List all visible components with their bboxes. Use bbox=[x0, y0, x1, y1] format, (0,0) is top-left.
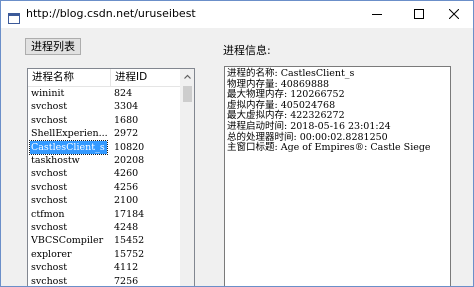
process-id-cell: 17184 bbox=[114, 208, 145, 220]
table-row-selected[interactable]: CastlesClient_s 10820 bbox=[28, 139, 181, 155]
scrollbar-thumb[interactable] bbox=[183, 86, 192, 102]
column-header-pid[interactable]: 进程ID bbox=[111, 69, 181, 86]
chevron-up-icon bbox=[184, 74, 191, 79]
maximize-icon bbox=[414, 9, 424, 19]
client-area: 进程列表 进程信息: 进程名称 进程ID wininit 824 svchost 33… bbox=[1, 28, 473, 286]
process-listview[interactable]: 进程名称 进程ID wininit 824 svchost 3304 svchost 16… bbox=[27, 68, 195, 287]
table-row[interactable]: VBCSCompiler 15452 bbox=[28, 234, 181, 247]
process-id-cell: 824 bbox=[114, 88, 133, 99]
process-name-cell: explorer bbox=[31, 248, 72, 260]
table-row[interactable]: wininit 824 bbox=[28, 87, 181, 100]
process-name-cell: taskhostw bbox=[31, 155, 80, 166]
process-id-cell: 3304 bbox=[114, 101, 139, 113]
column-header-name[interactable]: 进程名称 bbox=[28, 69, 110, 86]
table-row[interactable]: svchost 2100 bbox=[28, 194, 181, 207]
process-name-cell: wininit bbox=[31, 88, 65, 99]
process-name-cell: svchost bbox=[31, 195, 68, 207]
process-info-textbox[interactable]: 进程的名称: CastlesClient_s 物理内存量: 40869888 最大物… bbox=[224, 66, 451, 286]
process-name-cell: svchost bbox=[31, 222, 68, 233]
process-id-cell: 4112 bbox=[114, 262, 139, 274]
table-row[interactable]: svchost 4260 bbox=[28, 167, 181, 180]
process-name-cell: VBCSCompiler bbox=[31, 235, 104, 247]
process-name-cell: svchost bbox=[31, 101, 68, 113]
main-window: http://blog.csdn.net/uruseibest 进程列表 进程信… bbox=[0, 0, 474, 287]
table-row[interactable]: svchost 1680 bbox=[28, 114, 181, 127]
process-list-button[interactable]: 进程列表 bbox=[25, 38, 81, 55]
process-info-label: 进程信息: bbox=[223, 44, 271, 57]
process-id-cell: 1680 bbox=[114, 114, 139, 126]
maximize-button[interactable] bbox=[400, 1, 438, 28]
info-line: 主窗口标题: Age of Empires®: Castle Siege bbox=[227, 142, 431, 154]
listview-scrollbar[interactable] bbox=[180, 69, 194, 286]
process-id-cell: 2100 bbox=[114, 195, 139, 207]
close-icon bbox=[449, 9, 459, 19]
table-row[interactable]: svchost 4112 bbox=[28, 261, 181, 274]
process-name-cell: svchost bbox=[31, 114, 68, 126]
table-row[interactable]: ShellExperien... 2972 bbox=[28, 127, 181, 140]
process-id-cell: 4256 bbox=[114, 181, 139, 193]
table-row[interactable]: svchost 4256 bbox=[28, 181, 181, 194]
app-window-icon bbox=[8, 9, 20, 24]
window-title: http://blog.csdn.net/uruseibest bbox=[26, 7, 196, 20]
process-id-cell: 7256 bbox=[114, 275, 139, 287]
process-name-cell: svchost bbox=[31, 181, 68, 193]
process-name-cell: svchost bbox=[31, 168, 68, 180]
process-id-cell: 20208 bbox=[114, 155, 145, 166]
title-bar[interactable]: http://blog.csdn.net/uruseibest bbox=[1, 1, 473, 28]
process-name-cell: svchost bbox=[31, 262, 68, 274]
process-id-cell: 15452 bbox=[114, 235, 145, 247]
process-id-cell: 10820 bbox=[114, 141, 145, 153]
table-row[interactable]: ctfmon 17184 bbox=[28, 208, 181, 221]
scroll-up-button[interactable] bbox=[181, 69, 194, 83]
close-button[interactable] bbox=[435, 1, 473, 28]
process-name-cell: svchost bbox=[31, 275, 68, 287]
table-row[interactable]: taskhostw 20208 bbox=[28, 154, 181, 167]
process-id-cell: 4248 bbox=[114, 222, 139, 233]
table-row[interactable]: svchost 4248 bbox=[28, 221, 181, 234]
process-id-cell: 2972 bbox=[114, 128, 139, 140]
table-row[interactable]: svchost 7256 bbox=[28, 275, 181, 287]
minimize-button[interactable] bbox=[358, 1, 396, 28]
table-row[interactable]: svchost 3304 bbox=[28, 100, 181, 113]
table-row[interactable]: explorer 15752 bbox=[28, 248, 181, 261]
minimize-icon bbox=[372, 14, 382, 15]
process-name-cell: ctfmon bbox=[31, 208, 65, 220]
process-id-cell: 4260 bbox=[114, 168, 139, 180]
listview-header: 进程名称 进程ID bbox=[28, 69, 181, 87]
process-name-cell: CastlesClient_s bbox=[29, 139, 108, 155]
process-name-cell: ShellExperien... bbox=[31, 128, 108, 140]
process-id-cell: 15752 bbox=[114, 248, 145, 260]
